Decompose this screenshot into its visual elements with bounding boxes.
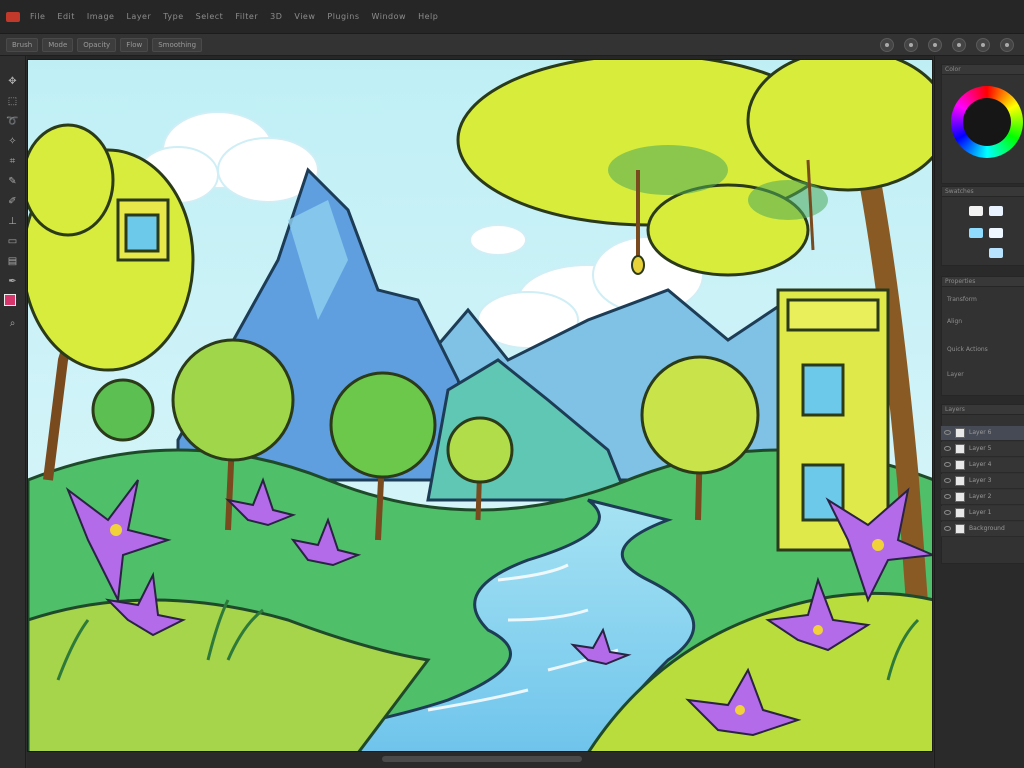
eye-icon[interactable] bbox=[944, 430, 951, 435]
eye-icon[interactable] bbox=[944, 510, 951, 515]
eye-icon[interactable] bbox=[944, 446, 951, 451]
options-right-group bbox=[880, 38, 1014, 52]
swatches-panel: Swatches bbox=[941, 186, 1024, 266]
eye-icon[interactable] bbox=[944, 462, 951, 467]
menu-bar: File Edit Image Layer Type Select Filter… bbox=[0, 0, 1024, 34]
layer-thumbnail bbox=[955, 444, 965, 454]
eye-icon[interactable] bbox=[944, 478, 951, 483]
zoom-icon[interactable]: ⌕ bbox=[5, 316, 20, 331]
lasso-icon[interactable]: ➰ bbox=[5, 114, 20, 129]
layer-name: Background bbox=[969, 525, 1005, 532]
layer-name: Layer 5 bbox=[969, 445, 992, 452]
swatches-panel-title: Swatches bbox=[942, 187, 1024, 197]
gradient-icon[interactable]: ▤ bbox=[5, 254, 20, 269]
layer-name: Layer 6 bbox=[969, 429, 992, 436]
menu-help[interactable]: Help bbox=[418, 12, 438, 21]
airbrush-icon[interactable] bbox=[880, 38, 894, 52]
scrollbar-thumb[interactable] bbox=[382, 756, 582, 762]
landscape-illustration bbox=[28, 60, 932, 751]
properties-panel-title: Properties bbox=[942, 277, 1024, 287]
layer-name: Layer 4 bbox=[969, 461, 992, 468]
menu-plugins[interactable]: Plugins bbox=[327, 12, 359, 21]
app-logo-icon bbox=[6, 11, 20, 22]
layer-name: Layer 1 bbox=[969, 509, 992, 516]
swatch-4[interactable] bbox=[989, 228, 1003, 238]
smoothing-field[interactable]: Smoothing bbox=[152, 37, 203, 52]
magic-wand-icon[interactable]: ✧ bbox=[5, 134, 20, 149]
flow-field[interactable]: Flow bbox=[120, 37, 149, 52]
angle-icon[interactable] bbox=[928, 38, 942, 52]
menu-view[interactable]: View bbox=[294, 12, 315, 21]
tools-panel: ✥ ⬚ ➰ ✧ ⌗ ✎ ✐ ⊥ ▭ ▤ ✒ ☚ ⌕ bbox=[0, 56, 26, 768]
layer-row[interactable]: Layer 5 bbox=[941, 442, 1024, 457]
swatch-1[interactable] bbox=[969, 206, 983, 216]
pen-icon[interactable]: ✒ bbox=[5, 274, 20, 289]
symmetry-icon[interactable] bbox=[952, 38, 966, 52]
menu-window[interactable]: Window bbox=[372, 12, 407, 21]
color-panel-title: Color bbox=[942, 65, 1024, 75]
properties-row[interactable]: Quick Actions bbox=[947, 346, 988, 353]
properties-row[interactable]: Align bbox=[947, 318, 962, 325]
layer-thumbnail bbox=[955, 492, 965, 502]
foreground-color-swatch[interactable] bbox=[4, 294, 16, 306]
layer-row[interactable]: Layer 3 bbox=[941, 474, 1024, 489]
move-icon[interactable]: ✥ bbox=[5, 74, 20, 89]
options-bar: Brush Mode Opacity Flow Smoothing bbox=[0, 34, 1024, 56]
opacity-field[interactable]: Opacity bbox=[77, 37, 117, 52]
settings-icon[interactable] bbox=[976, 38, 990, 52]
menu-3d[interactable]: 3D bbox=[270, 12, 282, 21]
brush-icon[interactable]: ✐ bbox=[5, 194, 20, 209]
brush-preset-button[interactable]: Brush bbox=[6, 37, 39, 52]
eyedropper-icon[interactable]: ✎ bbox=[5, 174, 20, 189]
horizontal-scrollbar[interactable] bbox=[27, 752, 933, 768]
stamp-icon[interactable]: ⊥ bbox=[5, 214, 20, 229]
layer-thumbnail bbox=[955, 460, 965, 470]
layer-thumbnail bbox=[955, 476, 965, 486]
photoshop-app: File Edit Image Layer Type Select Filter… bbox=[0, 0, 1024, 768]
eye-icon[interactable] bbox=[944, 494, 951, 499]
properties-row[interactable]: Layer bbox=[947, 371, 964, 378]
properties-panel: Properties bbox=[941, 276, 1024, 396]
swatch-2[interactable] bbox=[989, 206, 1003, 216]
swatch-5[interactable] bbox=[989, 248, 1003, 258]
menu-select[interactable]: Select bbox=[196, 12, 224, 21]
properties-row[interactable]: Transform bbox=[947, 296, 977, 303]
eye-icon[interactable] bbox=[944, 526, 951, 531]
artwork-canvas[interactable] bbox=[27, 59, 933, 752]
layer-name: Layer 3 bbox=[969, 477, 992, 484]
eraser-icon[interactable]: ▭ bbox=[5, 234, 20, 249]
layer-row[interactable]: Layer 6 bbox=[941, 426, 1024, 441]
right-panels: Color Swatches Properties Transform Alig… bbox=[934, 56, 1024, 768]
layer-thumbnail bbox=[955, 508, 965, 518]
color-wheel[interactable] bbox=[951, 86, 1023, 158]
marquee-icon[interactable]: ⬚ bbox=[5, 94, 20, 109]
layer-row[interactable]: Background bbox=[941, 522, 1024, 537]
share-icon[interactable] bbox=[1000, 38, 1014, 52]
menu-file[interactable]: File bbox=[30, 12, 45, 21]
layer-row[interactable]: Layer 1 bbox=[941, 506, 1024, 521]
layer-row[interactable]: Layer 4 bbox=[941, 458, 1024, 473]
menu-type[interactable]: Type bbox=[163, 12, 183, 21]
menu-filter[interactable]: Filter bbox=[235, 12, 258, 21]
menu-image[interactable]: Image bbox=[87, 12, 115, 21]
pressure-icon[interactable] bbox=[904, 38, 918, 52]
layer-row[interactable]: Layer 2 bbox=[941, 490, 1024, 505]
layers-panel-title: Layers bbox=[942, 405, 1024, 415]
menu-layer[interactable]: Layer bbox=[126, 12, 151, 21]
crop-icon[interactable]: ⌗ bbox=[5, 154, 20, 169]
document-area bbox=[27, 56, 933, 752]
menu-edit[interactable]: Edit bbox=[57, 12, 75, 21]
layer-name: Layer 2 bbox=[969, 493, 992, 500]
layer-thumbnail bbox=[955, 524, 965, 534]
mode-dropdown[interactable]: Mode bbox=[42, 37, 74, 52]
swatch-3[interactable] bbox=[969, 228, 983, 238]
layer-thumbnail bbox=[955, 428, 965, 438]
